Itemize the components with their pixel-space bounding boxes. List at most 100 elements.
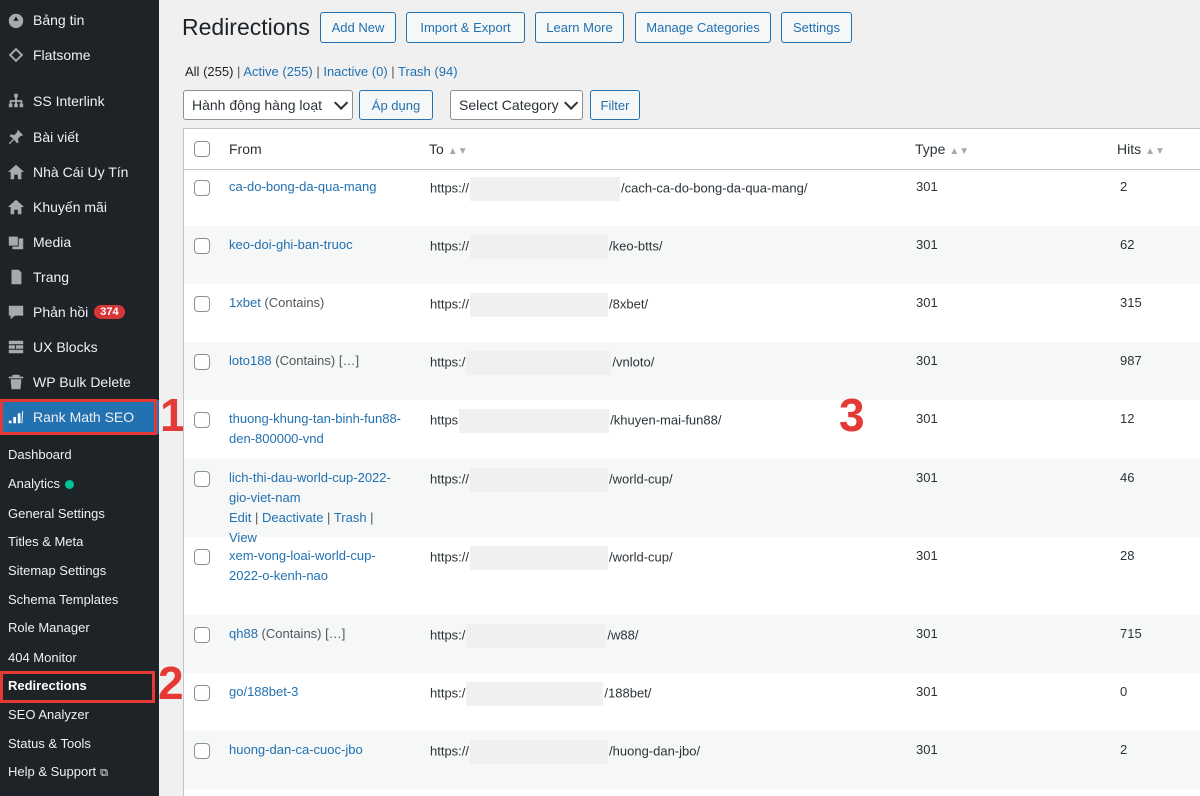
filter-trash[interactable]: Trash (94) [398, 64, 458, 79]
select-all-checkbox[interactable] [194, 141, 210, 157]
column-hits[interactable]: Hits ▲▼ [1117, 141, 1165, 157]
filter-active[interactable]: Active (255) [243, 64, 312, 79]
row-checkbox[interactable] [194, 471, 210, 487]
match-type-note: (Contains) […] [271, 353, 360, 368]
to-cell: https:///cach-ca-do-bong-da-qua-mang/ [430, 177, 807, 201]
manage-categories-button[interactable]: Manage Categories [635, 12, 771, 43]
row-checkbox[interactable] [194, 180, 210, 196]
column-to[interactable]: To ▲▼ [429, 141, 468, 157]
row-checkbox[interactable] [194, 685, 210, 701]
column-type[interactable]: Type ▲▼ [915, 141, 969, 157]
from-link[interactable]: ca-do-bong-da-qua-mang [229, 179, 376, 194]
filter-inactive[interactable]: Inactive (0) [323, 64, 387, 79]
type-cell: 301 [916, 295, 938, 310]
row-action-deactivate[interactable]: Deactivate [262, 510, 323, 525]
to-cell: https/khuyen-mai-fun88/ [430, 409, 721, 433]
from-link[interactable]: huong-dan-ca-cuoc-jbo [229, 742, 363, 757]
type-cell: 301 [916, 179, 938, 194]
row-action-trash[interactable]: Trash [334, 510, 367, 525]
row-checkbox[interactable] [194, 743, 210, 759]
redacted-domain [470, 546, 609, 570]
sidebar-item-media[interactable]: Media [0, 225, 159, 259]
row-checkbox[interactable] [194, 549, 210, 565]
sidebar-item-label: Trang [33, 269, 70, 285]
submenu-help-support[interactable]: Help & Support ⧉ [8, 764, 108, 780]
sidebar-item-label: Media [33, 234, 72, 250]
from-link[interactable]: go/188bet-3 [229, 684, 298, 699]
submenu-status-tools[interactable]: Status & Tools [8, 736, 91, 751]
bulk-action-select[interactable]: Hành động hàng loạt [183, 90, 353, 120]
sitemap-icon [6, 91, 26, 111]
submenu-general-settings[interactable]: General Settings [8, 506, 105, 521]
highlight-rank-math [0, 399, 157, 435]
row-checkbox[interactable] [194, 238, 210, 254]
table-row: xem-vong-loai-world-cup-2022-o-kenh-nao h… [184, 537, 1200, 615]
from-cell: qh88 (Contains) […] [229, 624, 404, 644]
row-checkbox[interactable] [194, 296, 210, 312]
comment-count-badge: 374 [94, 305, 125, 319]
sidebar-item-bài-viết[interactable]: Bài viết [0, 120, 159, 154]
sidebar-item-trang[interactable]: Trang [0, 260, 159, 294]
submenu-schema-templates[interactable]: Schema Templates [8, 592, 118, 607]
sidebar-item-ux-blocks[interactable]: UX Blocks [0, 330, 159, 364]
chevron-down-icon [334, 95, 349, 110]
from-cell: thuong-khung-tan-binh-fun88-den-800000-v… [229, 409, 404, 449]
learn-more-button[interactable]: Learn More [535, 12, 624, 43]
sidebar-item-wp-bulk-delete[interactable]: WP Bulk Delete [0, 365, 159, 399]
from-cell: 1xbet (Contains) [229, 293, 404, 313]
hits-cell: 987 [1120, 353, 1142, 368]
from-cell: loto188 (Contains) […] [229, 351, 404, 371]
table-row: keo-doi-ghi-ban-truoc https:///keo-btts/3… [184, 226, 1200, 284]
from-link[interactable]: lich-thi-dau-world-cup-2022-gio-viet-nam [229, 470, 391, 505]
sidebar-item-label: Bài viết [33, 129, 79, 145]
type-cell: 301 [916, 548, 938, 563]
submenu-seo-analyzer[interactable]: SEO Analyzer [8, 707, 89, 722]
from-cell: lich-thi-dau-world-cup-2022-gio-viet-nam… [229, 468, 404, 548]
sidebar-item-ss-interlink[interactable]: SS Interlink [0, 84, 159, 118]
redacted-domain [470, 293, 609, 317]
row-action-edit[interactable]: Edit [229, 510, 251, 525]
submenu-titles-meta[interactable]: Titles & Meta [8, 534, 83, 549]
add-new-button[interactable]: Add New [320, 12, 396, 43]
redacted-domain [466, 351, 612, 375]
apply-button[interactable]: Áp dụng [359, 90, 433, 120]
import-export-button[interactable]: Import & Export [406, 12, 525, 43]
submenu-sitemap-settings[interactable]: Sitemap Settings [8, 563, 106, 578]
from-link[interactable]: 1xbet [229, 295, 261, 310]
table-row: lich-thi-dau-world-cup-2022-gio-viet-nam… [184, 459, 1200, 545]
row-checkbox[interactable] [194, 412, 210, 428]
hits-cell: 715 [1120, 626, 1142, 641]
sidebar-item-bảng-tin[interactable]: Bảng tin [0, 3, 159, 37]
sidebar-item-khuyến-mãi[interactable]: Khuyến mãi [0, 190, 159, 224]
match-type-note: (Contains) […] [257, 626, 346, 641]
from-link[interactable]: loto188 [229, 353, 272, 368]
sidebar-item-nhà-cái-uy-tín[interactable]: Nhà Cái Uy Tín [0, 155, 159, 189]
row-checkbox[interactable] [194, 627, 210, 643]
to-cell: https:///8xbet/ [430, 293, 648, 317]
redacted-domain [470, 177, 621, 201]
hits-cell: 12 [1120, 411, 1135, 426]
submenu-404-monitor[interactable]: 404 Monitor [8, 650, 77, 665]
row-checkbox[interactable] [194, 354, 210, 370]
sidebar-item-flatsome[interactable]: Flatsome [0, 38, 159, 72]
from-link[interactable]: qh88 [229, 626, 258, 641]
to-cell: https:///world-cup/ [430, 546, 673, 570]
type-cell: 301 [916, 470, 938, 485]
sort-icon: ▲▼ [447, 146, 468, 157]
redacted-domain [470, 740, 609, 764]
to-cell: https://188bet/ [430, 682, 651, 706]
filter-button[interactable]: Filter [590, 90, 640, 120]
submenu-analytics[interactable]: Analytics [8, 476, 75, 491]
settings-button[interactable]: Settings [781, 12, 852, 43]
submenu-dashboard[interactable]: Dashboard [8, 447, 72, 462]
sidebar-item-phản-hồi[interactable]: Phản hồi 374 [0, 295, 159, 329]
category-select[interactable]: Select Category [450, 90, 583, 120]
filter-all[interactable]: All (255) [185, 64, 233, 79]
submenu-role-manager[interactable]: Role Manager [8, 620, 90, 635]
from-link[interactable]: keo-doi-ghi-ban-truoc [229, 237, 353, 252]
table-row: qh88 (Contains) […] https://w88/301 715 [184, 615, 1200, 673]
sidebar-item-label: Phản hồi [33, 304, 89, 320]
from-link[interactable]: xem-vong-loai-world-cup-2022-o-kenh-nao [229, 548, 376, 583]
sort-icon: ▲▼ [949, 146, 970, 157]
from-link[interactable]: thuong-khung-tan-binh-fun88-den-800000-v… [229, 411, 401, 446]
